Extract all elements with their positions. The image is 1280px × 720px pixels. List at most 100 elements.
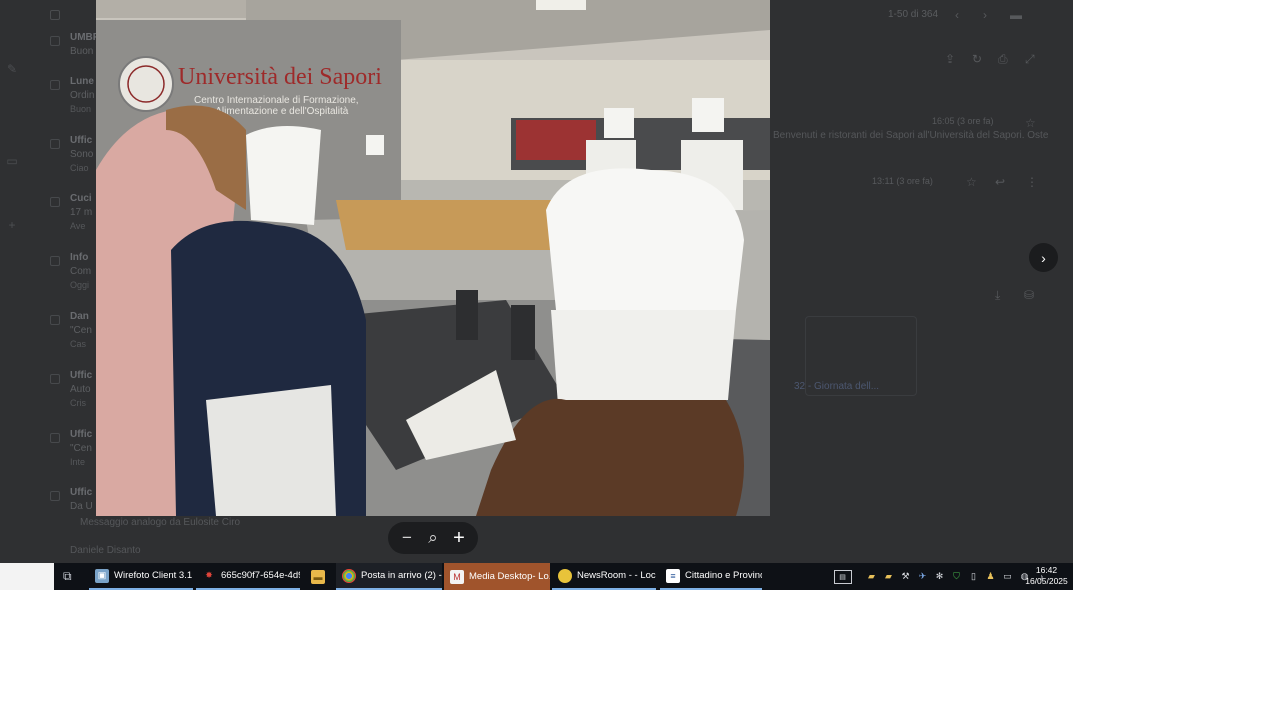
wall-sign-line1: Centro Internazionale di Formazione, bbox=[194, 95, 359, 106]
email-subject: Sono bbox=[70, 149, 94, 160]
email-time-2: 13:11 (3 ore fa) bbox=[872, 176, 933, 186]
taskbar-item-file-explorer[interactable]: ▬ bbox=[305, 563, 333, 590]
folder-sync-icon[interactable]: ▰ bbox=[882, 570, 896, 584]
share-icon[interactable]: ⇪ bbox=[945, 52, 955, 66]
security-shield-icon[interactable]: ⛉ bbox=[950, 570, 964, 584]
email-sender: Lune bbox=[70, 76, 94, 87]
taskbar-item-label: Cittadino e Provinc... bbox=[685, 570, 762, 581]
zoom-in-button[interactable]: + bbox=[449, 528, 469, 548]
taskbar-item-media-desktop[interactable]: M Media Desktop- Lo... bbox=[444, 563, 550, 590]
reply-icon[interactable]: ↩ bbox=[995, 175, 1005, 189]
row-checkbox[interactable] bbox=[50, 315, 60, 325]
network-tools-icon[interactable]: ⚒ bbox=[899, 570, 913, 584]
row-checkbox[interactable] bbox=[50, 139, 60, 149]
email-subject: Com bbox=[70, 266, 92, 277]
email-snippet: Oggi bbox=[70, 280, 90, 290]
email-sender: Uffic bbox=[70, 429, 93, 440]
row-checkbox[interactable] bbox=[50, 36, 60, 46]
taskbar-item-newsroom[interactable]: NewsRoom - - Loc... bbox=[552, 563, 656, 590]
email-snippet: Ave bbox=[70, 221, 86, 231]
wall-sign-title: Università dei Sapori bbox=[178, 64, 382, 90]
taskbar-item-label: Media Desktop- Lo... bbox=[469, 571, 550, 582]
taskbar-search-box[interactable] bbox=[0, 563, 54, 590]
email-subject: 17 m bbox=[70, 207, 93, 218]
email-sender: Cuci bbox=[70, 193, 92, 204]
email-snippet: Cris bbox=[70, 398, 86, 408]
document-icon: ✸ bbox=[205, 570, 213, 580]
email-sender: Info bbox=[70, 252, 89, 263]
email-row[interactable]: Uffic Auto Cris bbox=[40, 370, 92, 428]
email-subject: Buon bbox=[70, 46, 94, 57]
display-icon[interactable]: ▭ bbox=[1001, 570, 1015, 584]
task-view-icon[interactable]: ⧉ bbox=[63, 569, 77, 583]
footer-sender: Daniele Disanto bbox=[70, 545, 141, 556]
news-widget-icon[interactable]: ▤ bbox=[833, 569, 852, 584]
taskbar-item-chrome[interactable]: Posta in arrivo (2) - ... bbox=[336, 563, 442, 590]
taskbar-item-label: NewsRoom - - Loc... bbox=[577, 570, 656, 581]
next-image-button[interactable]: › bbox=[1029, 243, 1058, 272]
email-snippet: Buon bbox=[70, 104, 92, 114]
email-row[interactable]: Uffic "Cen Inte bbox=[40, 429, 92, 487]
email-row[interactable]: Uffic Sono Ciao bbox=[40, 135, 93, 193]
email-row[interactable]: Info Com Oggi bbox=[40, 252, 91, 310]
star-icon[interactable]: ☆ bbox=[966, 175, 977, 189]
zoom-reset-icon[interactable]: ⌕ bbox=[423, 528, 443, 548]
email-subject: "Cen bbox=[70, 325, 92, 336]
chat-icon[interactable]: ▭ bbox=[4, 154, 20, 170]
prev-page-icon[interactable]: ‹ bbox=[955, 8, 959, 22]
row-checkbox[interactable] bbox=[50, 374, 60, 384]
user-accounts-icon[interactable]: ♟ bbox=[984, 570, 998, 584]
select-all-checkbox[interactable] bbox=[50, 10, 60, 20]
taskbar-item-wirefoto[interactable]: ▣ Wirefoto Client 3.1... bbox=[89, 563, 193, 590]
refresh-icon[interactable]: ↻ bbox=[972, 52, 982, 66]
taskbar-item-label: Wirefoto Client 3.1... bbox=[114, 570, 193, 581]
add-icon[interactable]: + bbox=[4, 218, 20, 234]
open-new-icon[interactable]: ⤢ bbox=[1025, 52, 1035, 67]
email-snippet: Cas bbox=[70, 339, 87, 349]
row-checkbox[interactable] bbox=[50, 256, 60, 266]
star-icon[interactable]: ☆ bbox=[1025, 116, 1036, 130]
zoom-out-button[interactable]: − bbox=[397, 528, 417, 548]
download-icon[interactable]: ⤓ bbox=[995, 288, 1000, 303]
bluetooth-tool-icon[interactable]: ✈ bbox=[916, 570, 930, 584]
row-checkbox[interactable] bbox=[50, 433, 60, 443]
next-page-icon[interactable]: › bbox=[983, 8, 987, 22]
photo-app-icon: ▣ bbox=[95, 568, 109, 583]
email-sender: Uffic bbox=[70, 487, 93, 498]
email-row[interactable]: Uffic Da U bbox=[40, 487, 93, 545]
zoom-controls: − ⌕ + bbox=[388, 522, 478, 554]
print-icon[interactable]: ⎙ bbox=[998, 52, 1008, 67]
taskbar-item-cittadino[interactable]: ≡ Cittadino e Provinc... bbox=[660, 563, 762, 590]
word-doc-icon: ≡ bbox=[666, 568, 680, 583]
email-time-1: 16:05 (3 ore fa) bbox=[932, 116, 994, 126]
row-checkbox[interactable] bbox=[50, 197, 60, 207]
row-checkbox[interactable] bbox=[50, 80, 60, 90]
screen: ✎ ▭ + 1-50 di 364 ‹ › ▬ ⇪ ↻ ⎙ ⤢ UMBR Buo… bbox=[0, 0, 1073, 590]
row-checkbox[interactable] bbox=[50, 491, 60, 501]
email-subject: "Cen bbox=[70, 443, 92, 454]
clock-date: 16/05/2025 bbox=[1025, 576, 1068, 586]
email-row[interactable]: Dan "Cen Cas bbox=[40, 311, 92, 369]
keyboard-icon[interactable]: ▬ bbox=[1010, 8, 1022, 22]
taskbar-item-label: Posta in arrivo (2) - ... bbox=[361, 570, 442, 581]
battery-icon[interactable]: ▯ bbox=[967, 570, 981, 584]
add-to-drive-icon[interactable]: ⛁ bbox=[1024, 288, 1034, 302]
email-row[interactable]: Lune Ordin Buon bbox=[40, 76, 94, 134]
email-sender: Dan bbox=[70, 311, 89, 322]
taskbar-item-label: 665c90f7-654e-4d9... bbox=[221, 570, 300, 581]
taskbar-clock[interactable]: 16:42 16/05/2025 bbox=[1024, 565, 1069, 587]
file-explorer-icon: ▬ bbox=[311, 569, 325, 584]
email-body-snippet: Benvenuti e ristoranti dei Sapori all'Un… bbox=[773, 130, 1049, 141]
email-row[interactable]: Cuci 17 m Ave bbox=[40, 193, 92, 251]
chrome-icon bbox=[342, 568, 356, 583]
system-tray: ▰ ▰ ⚒ ✈ ✻ ⛉ ▯ ♟ ▭ ◍ ♪ bbox=[863, 563, 1050, 590]
email-snippet: Ciao bbox=[70, 163, 89, 173]
folder-icon[interactable]: ▰ bbox=[865, 570, 879, 584]
taskbar: ⧉ ▣ Wirefoto Client 3.1... ✸ 665c90f7-65… bbox=[0, 563, 1073, 590]
email-subject: Ordin bbox=[70, 90, 95, 101]
photo-preview: Università dei Sapori Centro Internazion… bbox=[96, 0, 770, 516]
pencil-icon[interactable]: ✎ bbox=[4, 62, 20, 78]
slack-icon[interactable]: ✻ bbox=[933, 570, 947, 584]
more-options-icon[interactable]: ⋮ bbox=[1026, 175, 1038, 189]
taskbar-item-document[interactable]: ✸ 665c90f7-654e-4d9... bbox=[196, 563, 300, 590]
